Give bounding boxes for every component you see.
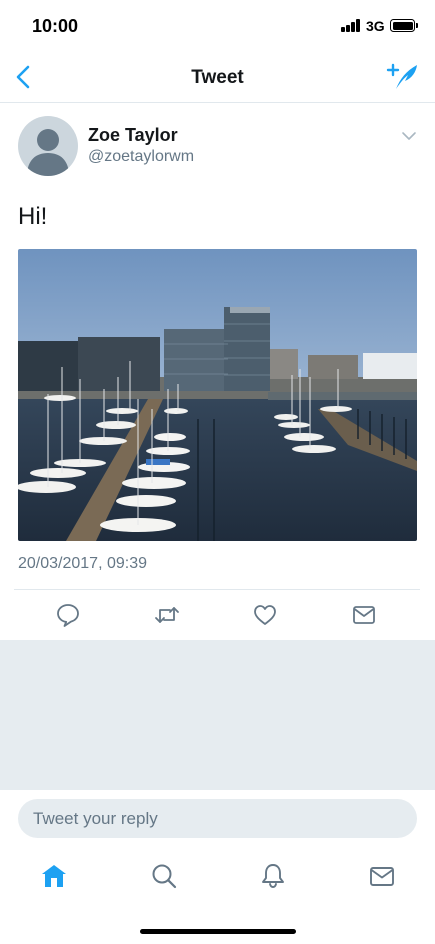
direct-message-button[interactable] <box>351 602 377 628</box>
tweet-photo[interactable] <box>18 249 417 541</box>
harbor-marina-photo <box>18 249 417 541</box>
compose-tweet-button[interactable] <box>386 62 420 92</box>
status-bar: 10:00 3G <box>0 0 435 52</box>
home-icon <box>42 865 66 887</box>
tweet-text: Hi! <box>18 203 48 230</box>
battery-icon <box>390 19 418 32</box>
author-handle[interactable]: @zoetaylorwm <box>88 148 194 166</box>
tweet-timestamp: 20/03/2017, 09:39 <box>18 555 148 572</box>
network-type: 3G <box>366 18 385 34</box>
tab-notifications[interactable] <box>259 862 287 890</box>
home-indicator <box>140 929 296 934</box>
reply-button[interactable] <box>55 602 81 628</box>
reply-bar <box>0 790 435 846</box>
default-avatar-icon <box>27 129 69 176</box>
avatar[interactable] <box>18 116 78 176</box>
messages-icon <box>370 867 394 886</box>
tweet-actions <box>0 590 435 640</box>
signal-strength-icon <box>341 19 361 32</box>
tab-home[interactable] <box>40 862 68 890</box>
tweet-options-button[interactable] <box>400 129 418 143</box>
replies-area <box>0 640 435 790</box>
like-button[interactable] <box>252 602 278 628</box>
chevron-down-icon <box>402 132 416 140</box>
page-title: Tweet <box>191 67 244 88</box>
tab-bar <box>0 846 435 944</box>
tweet-detail: Zoe Taylor @zoetaylorwm Hi! 20/03/2017, … <box>0 103 435 640</box>
reply-input[interactable] <box>18 799 417 838</box>
retweet-icon <box>155 607 179 623</box>
tab-messages[interactable] <box>368 862 396 890</box>
author-name[interactable]: Zoe Taylor <box>88 125 178 146</box>
like-icon <box>254 605 276 625</box>
reply-icon <box>57 604 79 627</box>
search-icon <box>152 864 177 889</box>
message-icon <box>353 606 375 624</box>
retweet-button[interactable] <box>154 602 180 628</box>
notifications-icon <box>262 864 284 888</box>
tab-search[interactable] <box>150 862 178 890</box>
compose-tweet-icon <box>386 63 417 89</box>
status-time: 10:00 <box>32 16 79 36</box>
nav-bar: Tweet <box>0 52 435 103</box>
